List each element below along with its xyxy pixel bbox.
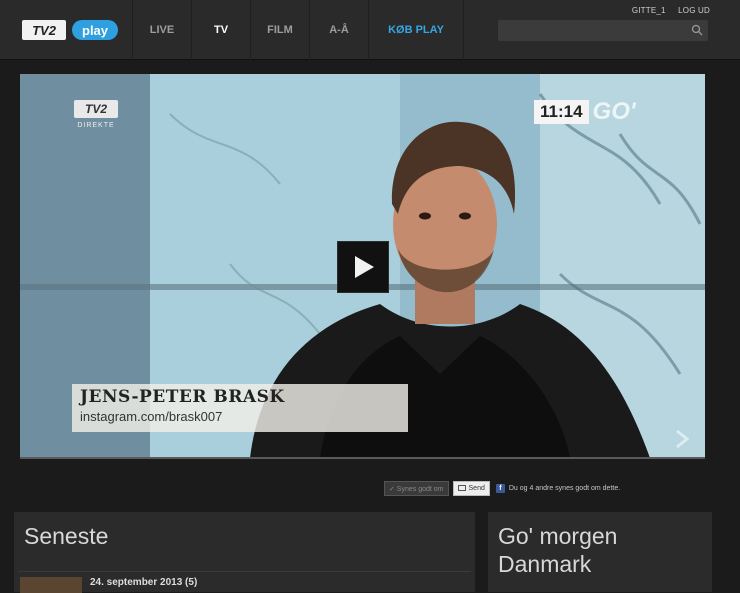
latest-title: Seneste (24, 523, 109, 549)
episode-thumbnail (20, 577, 82, 593)
search-box (498, 20, 708, 41)
live-label: DIREKTE (77, 122, 115, 129)
guest-name: JENS-PETER BRASK (80, 387, 285, 407)
top-bar: TV2 play LIVE TV FILM A-Å KØB PLAY GITTE… (0, 0, 740, 60)
play-button[interactable] (337, 241, 389, 293)
nav-film[interactable]: FILM (250, 0, 309, 60)
lower-third: JENS-PETER BRASK instagram.com/brask007 (72, 384, 408, 432)
account-links: GITTE_1 LOG UD (622, 6, 710, 15)
clock-time: 11:14 (534, 100, 589, 124)
show-brand: GO' (592, 98, 636, 125)
search-input[interactable] (498, 20, 708, 41)
message-icon (457, 485, 466, 491)
like-button[interactable]: ✓ Synes godt om (384, 481, 449, 496)
search-icon[interactable] (691, 24, 703, 36)
latest-panel: Seneste 24. september 2013 (5) (14, 512, 475, 593)
channel-watermark: TV2 DIREKTE (74, 100, 118, 129)
facebook-like-text: Du og 4 andre synes godt om dette. (508, 485, 621, 492)
nav-buy-play[interactable]: KØB PLAY (368, 0, 464, 60)
send-button[interactable]: Send (452, 481, 490, 496)
episode-date: 24. september 2013 (5) (90, 577, 198, 588)
facebook-icon: f (495, 484, 505, 493)
social-bar: ✓ Synes godt om Send f Du og 4 andre syn… (384, 481, 620, 496)
nav-live[interactable]: LIVE (132, 0, 191, 60)
tv2-logo: TV2 (22, 20, 66, 40)
play-logo: play (72, 20, 119, 40)
show-title[interactable]: Go' morgen Danmark (498, 522, 708, 578)
channel-logo: TV2 (74, 100, 118, 118)
main-nav: LIVE TV FILM A-Å KØB PLAY (132, 0, 464, 60)
on-screen-clock: 11:14 GO' (534, 98, 636, 125)
play-icon (355, 256, 374, 278)
nav-a-aa[interactable]: A-Å (309, 0, 368, 60)
tv2-play-logo[interactable]: TV2 play (22, 20, 119, 40)
chevron-right-icon[interactable] (674, 429, 690, 449)
show-panel: Go' morgen Danmark (488, 512, 712, 592)
nav-tv[interactable]: TV (191, 0, 250, 60)
send-label: Send (468, 485, 485, 492)
video-player[interactable]: TV2 DIREKTE 11:14 GO' JENS-PETER BRASK i… (20, 74, 705, 458)
guest-handle: instagram.com/brask007 (80, 409, 223, 424)
account-username[interactable]: GITTE_1 (632, 6, 666, 15)
progress-track[interactable] (20, 457, 705, 459)
logout-link[interactable]: LOG UD (678, 6, 710, 15)
